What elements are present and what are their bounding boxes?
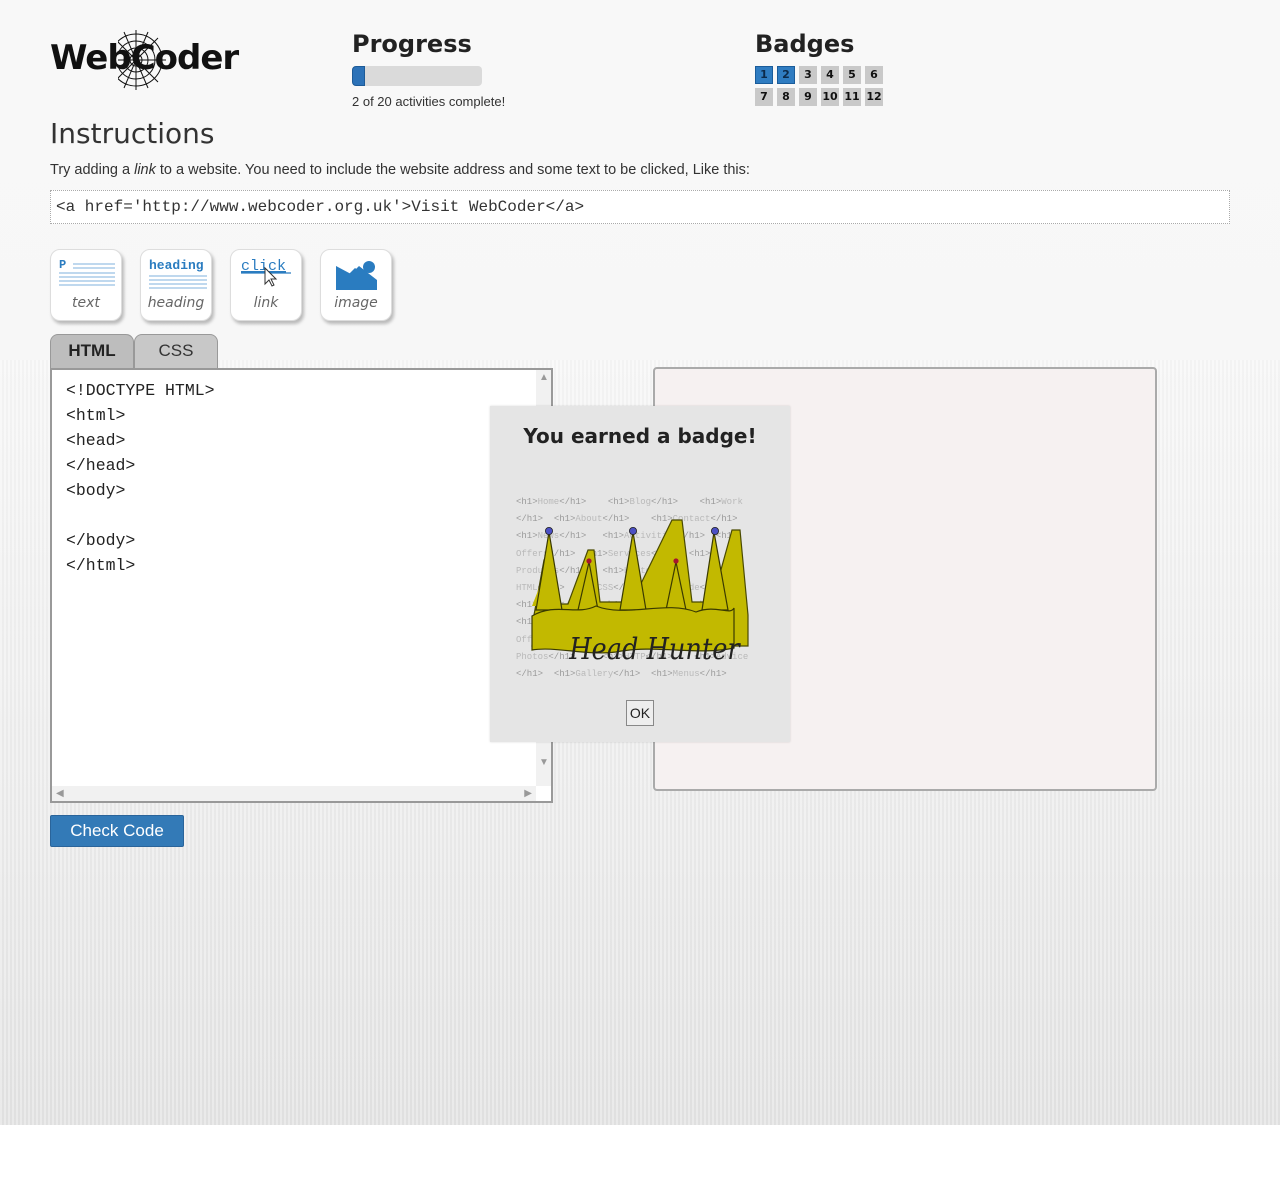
code-editor-text[interactable]: <!DOCTYPE HTML> <html> <head> </head> <b… — [66, 378, 215, 578]
crown-jewel-1 — [544, 527, 553, 536]
badge-2[interactable]: 2 — [777, 66, 795, 84]
image-tool-label: image — [334, 295, 378, 311]
heading-icon-text: heading — [149, 258, 204, 273]
instructions-title: Instructions — [50, 117, 215, 150]
badge-4[interactable]: 4 — [821, 66, 839, 84]
scroll-down-icon[interactable]: ▼ — [539, 758, 549, 768]
badge-8[interactable]: 8 — [777, 88, 795, 106]
crown-jewel-3 — [629, 527, 638, 536]
text-tool-button[interactable]: P text — [50, 249, 122, 321]
instructions-text: Try adding a link to a website. You need… — [50, 162, 750, 178]
code-editor[interactable]: <!DOCTYPE HTML> <html> <head> </head> <b… — [50, 368, 553, 803]
heading-tool-label: heading — [147, 295, 205, 311]
badge-1[interactable]: 1 — [755, 66, 773, 84]
crown-jewel-5 — [710, 527, 719, 536]
badge-11[interactable]: 11 — [843, 88, 861, 106]
ok-button[interactable]: OK — [626, 700, 654, 726]
badge-7[interactable]: 7 — [755, 88, 773, 106]
tab-css[interactable]: CSS — [134, 334, 218, 368]
instructions-text-after: to a website. You need to include the we… — [155, 162, 750, 178]
heading-tool-button[interactable]: heading heading — [140, 249, 212, 321]
badge-modal: You earned a badge! <h1>Home</h1> <h1>Bl… — [490, 406, 790, 742]
progress-title: Progress — [352, 30, 472, 58]
progress-bar-fill — [352, 66, 365, 86]
image-tool-button[interactable]: image — [320, 249, 392, 321]
heading-icon: heading — [149, 258, 207, 289]
tab-html[interactable]: HTML — [50, 334, 134, 368]
horizontal-scrollbar[interactable]: ◀ ▶ — [52, 786, 536, 801]
badge-5[interactable]: 5 — [843, 66, 861, 84]
badge-3[interactable]: 3 — [799, 66, 817, 84]
instructions-text-emphasis: link — [134, 162, 156, 178]
link-icon: click — [241, 258, 291, 287]
webcoder-logo[interactable]: WebCoder — [50, 28, 239, 92]
scroll-right-icon[interactable]: ▶ — [524, 789, 532, 799]
text-tool-label: text — [72, 295, 100, 311]
crown-jewel-4 — [673, 558, 679, 564]
instructions-text-before: Try adding a — [50, 162, 135, 178]
check-code-button[interactable]: Check Code — [50, 815, 184, 847]
crown-jewel-2 — [586, 558, 592, 564]
scroll-corner — [536, 786, 551, 801]
badge-10[interactable]: 10 — [821, 88, 839, 106]
badge-12[interactable]: 12 — [865, 88, 883, 106]
scroll-left-icon[interactable]: ◀ — [56, 789, 64, 799]
badge-name: Head Hunter — [568, 631, 741, 666]
badge-6[interactable]: 6 — [865, 66, 883, 84]
logo-text: WebCoder — [50, 38, 239, 78]
link-tool-label: link — [253, 295, 279, 311]
image-icon — [336, 261, 377, 290]
link-tool-button[interactable]: click link — [230, 249, 302, 321]
modal-title: You earned a badge! — [523, 424, 757, 448]
crown-drawing: Head Hunter — [531, 527, 741, 666]
paragraph-icon-text: P — [59, 258, 66, 272]
badges-title: Badges — [755, 30, 855, 58]
progress-bar — [352, 66, 482, 86]
progress-status-text: 2 of 20 activities complete! — [352, 94, 506, 109]
example-code: <a href='http://www.webcoder.org.uk'>Vis… — [50, 190, 1230, 224]
paragraph-icon: P — [59, 258, 115, 286]
badge-image: <h1>Home</h1> <h1>Blog</h1> <h1>Work </h1… — [516, 494, 752, 684]
badge-9[interactable]: 9 — [799, 88, 817, 106]
scroll-up-icon[interactable]: ▲ — [539, 373, 549, 383]
